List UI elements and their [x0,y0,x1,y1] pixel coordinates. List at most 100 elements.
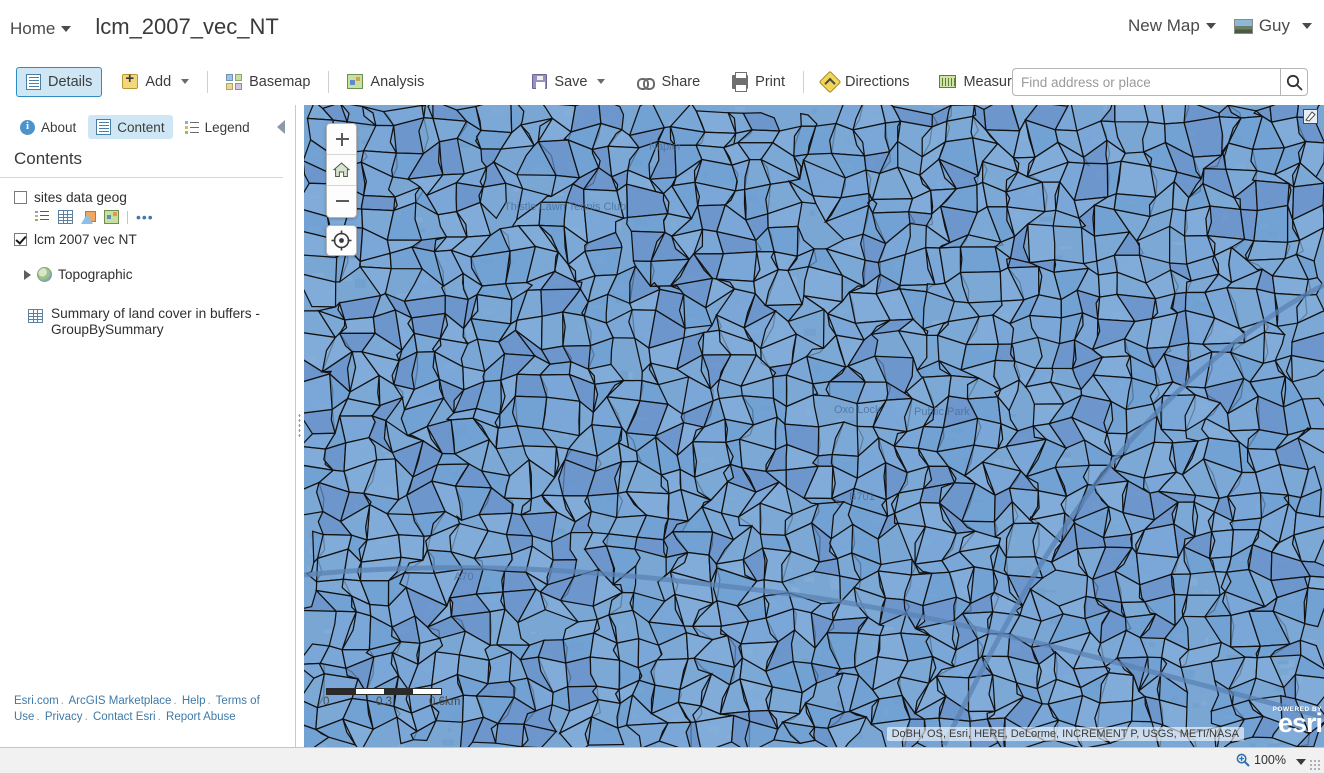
share-label: Share [661,73,701,90]
footer-link-help[interactable]: Help [182,695,206,707]
table-icon [28,309,43,323]
search-icon [1286,74,1303,91]
print-icon [732,71,749,92]
scale-bar: 0 0.3 0.6km [323,688,460,709]
print-label: Print [755,73,785,90]
share-icon [637,77,656,90]
toolbar-divider [803,70,804,93]
user-menu-label: Guy [1258,16,1290,35]
footer-link-marketplace[interactable]: ArcGIS Marketplace [69,695,172,707]
esri-wordmark: esri [1277,708,1323,738]
toolbar-divider [328,70,330,93]
zoom-out-button[interactable] [327,186,356,217]
locate-button[interactable] [326,225,357,256]
search-button[interactable] [1280,68,1308,96]
save-button[interactable]: Save [522,67,615,97]
directions-label: Directions [845,73,910,90]
basemap-label[interactable]: Topographic [58,265,133,284]
layer-visibility-checkbox[interactable] [14,233,27,246]
esri-logo: POWERED BY esri [1246,706,1323,738]
layer-visibility-checkbox[interactable] [14,191,27,204]
analysis-icon [347,74,364,89]
home-menu[interactable]: Home [10,19,72,39]
layer-item-lcm-2007-vec-nt[interactable]: lcm 2007 vec NT [14,230,295,249]
print-button[interactable]: Print [722,67,795,97]
footer-link-esri-com[interactable]: Esri.com [14,695,59,707]
basemap-item-topographic[interactable]: Topographic [24,265,295,284]
zoom-icon [1236,753,1250,767]
measure-icon [939,75,957,88]
collapse-panel-button[interactable] [277,120,285,134]
svg-text:Public Park: Public Park [914,406,970,418]
edit-map-icon[interactable] [1303,109,1318,124]
tab-legend-label: Legend [204,119,250,135]
panel-footer: Esri.com. ArcGIS Marketplace. Help. Term… [14,695,260,723]
window-resize-grip[interactable] [1309,759,1321,771]
chevron-right-icon[interactable] [24,269,31,280]
save-label: Save [554,73,588,90]
search-input[interactable] [1012,68,1280,96]
layer-list: sites data geog ••• lcm 2007 vec NT Topo… [0,178,295,338]
save-icon [532,74,548,89]
more-options-icon[interactable]: ••• [136,210,154,224]
info-icon [20,119,35,135]
new-map-menu[interactable]: New Map [1128,16,1216,36]
tab-content[interactable]: Content [88,115,173,139]
home-menu-label: Home [10,19,56,38]
map-canvas[interactable]: Napier Thistle Lawn Tennis Club Public Par… [304,105,1324,747]
show-legend-icon[interactable] [35,210,50,224]
header-left: Home lcm_2007_vec_NT [10,14,279,40]
chevron-down-icon [181,79,190,84]
locate-icon [331,230,352,251]
details-button[interactable]: Details [16,66,103,97]
scale-bar-labels: 0 0.3 0.6km [323,695,460,709]
layer-name[interactable]: lcm 2007 vec NT [34,230,137,249]
status-bar: 100% [0,747,1324,773]
zoom-level-indicator[interactable]: 100% [1236,753,1286,767]
show-table-icon[interactable] [58,210,73,224]
search-bar [1012,68,1308,96]
zoom-level-label: 100% [1254,753,1286,767]
zoom-in-button[interactable] [327,124,356,155]
tab-about-label: About [41,119,77,135]
change-style-icon[interactable] [81,210,96,224]
splitter-grip[interactable] [298,413,301,439]
perform-analysis-icon[interactable] [104,210,119,224]
home-extent-button[interactable] [327,155,356,186]
panel-splitter[interactable] [296,105,304,747]
footer-link-privacy[interactable]: Privacy [45,711,83,723]
add-button[interactable]: Add [112,67,199,97]
details-label: Details [48,73,93,90]
scale-label-min: 0 [323,696,330,708]
user-menu[interactable]: Guy [1233,16,1312,36]
tab-content-label: Content [117,119,165,135]
summary-label[interactable]: Summary of land cover in buffers - Group… [51,306,283,338]
tab-legend[interactable]: Legend [177,116,258,139]
new-map-label: New Map [1128,16,1200,35]
page-title: lcm_2007_vec_NT [95,14,279,39]
status-dropdown-icon[interactable] [1296,759,1306,765]
avatar [1233,18,1253,34]
analysis-button[interactable]: Analysis [337,67,434,97]
share-button[interactable]: Share [627,67,710,97]
layer-item-sites-data-geog[interactable]: sites data geog [14,188,295,207]
footer-link-report-abuse[interactable]: Report Abuse [166,711,236,723]
toolbar-divider [207,70,209,93]
basemap-button[interactable]: Basemap [216,67,320,97]
chevron-down-icon [1302,23,1312,29]
svg-text:B701: B701 [849,491,875,503]
chevron-down-icon [1205,23,1216,29]
svg-text:A70: A70 [454,571,474,583]
scale-bar-segments [326,688,442,695]
divider [127,210,128,224]
layer-name[interactable]: sites data geog [34,188,127,207]
app-header: Home lcm_2007_vec_NT New Map Guy [0,0,1324,58]
tab-about[interactable]: About [12,116,84,139]
table-item-summary[interactable]: Summary of land cover in buffers - Group… [28,306,283,338]
footer-link-contact[interactable]: Contact Esri [93,711,156,723]
header-right: New Map Guy [1128,16,1312,36]
scale-label-max: 0.6km [429,696,461,708]
zoom-controls [326,123,357,218]
directions-button[interactable]: Directions [812,67,919,97]
arcgis-map-viewer: Home lcm_2007_vec_NT New Map Guy Details [0,0,1324,773]
